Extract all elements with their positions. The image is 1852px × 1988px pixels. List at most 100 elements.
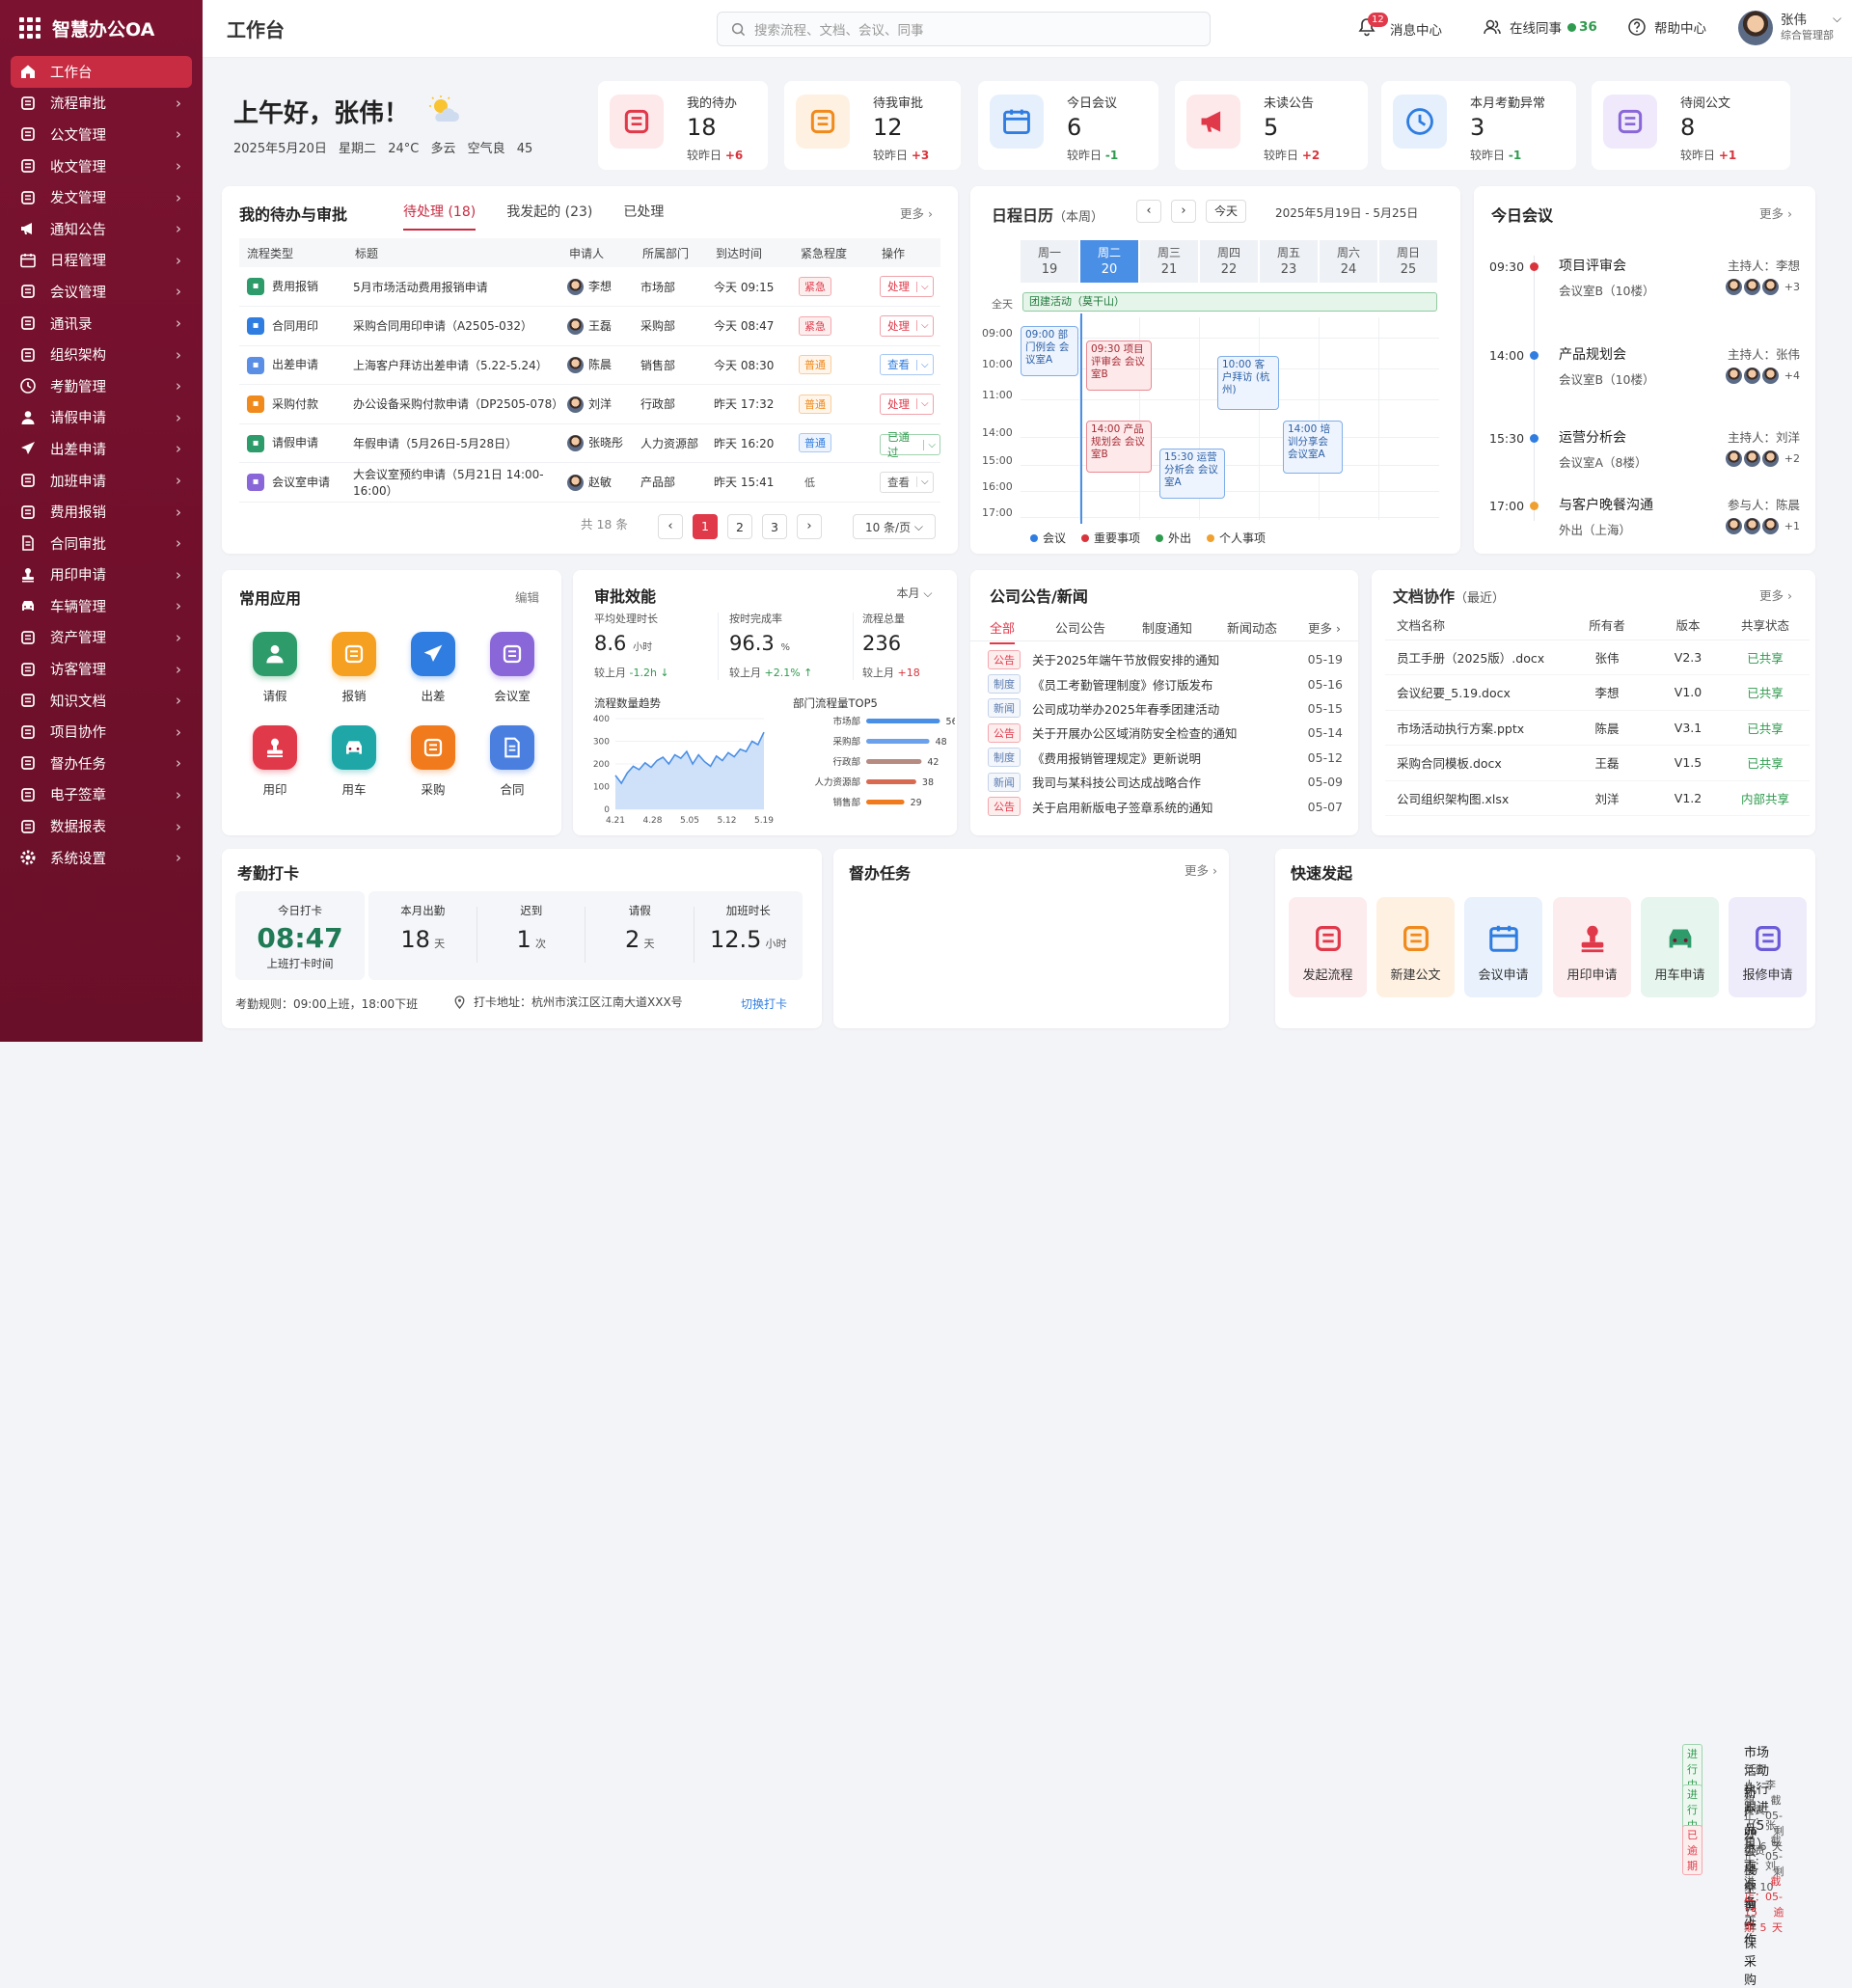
todo-tab[interactable]: 待处理 (18): [403, 202, 477, 231]
todo-row-title[interactable]: 5月市场活动费用报销申请: [353, 267, 567, 307]
sidebar-item[interactable]: 督办任务 ›: [0, 748, 203, 779]
calendar-day-header[interactable]: 周五 23: [1260, 240, 1318, 283]
search-input[interactable]: 搜索流程、文档、会议、同事: [717, 12, 1211, 46]
sidebar-item[interactable]: 数据报表 ›: [0, 810, 203, 842]
notice-item[interactable]: 公告 关于开展办公区域消防安全检查的通知 05-14: [988, 721, 1343, 745]
app-shortcut[interactable]: 报销: [314, 632, 394, 704]
quick-action[interactable]: 发起流程: [1289, 897, 1367, 997]
table-row[interactable]: ▪ 采购付款 办公设备采购付款申请（DP2505-078） 刘洋 行政部 昨天 17:32…: [239, 385, 940, 424]
app-shortcut[interactable]: 合同: [473, 725, 552, 798]
sidebar-item[interactable]: 会议管理 ›: [0, 276, 203, 308]
table-row[interactable]: 员工手册（2025版）.docx 张伟 V2.3 已共享: [1385, 640, 1810, 675]
row-action-button[interactable]: 处理 ⌵: [880, 276, 934, 297]
calendar-day-header[interactable]: 周二 20: [1080, 240, 1138, 283]
app-shortcut[interactable]: 用车: [314, 725, 394, 798]
todo-row-title[interactable]: 上海客户拜访出差申请（5.22-5.24）: [353, 345, 567, 385]
next-page-button[interactable]: ›: [797, 514, 822, 539]
stat-card[interactable]: 本月考勤异常 3 较昨日 -1: [1381, 81, 1576, 170]
tasks-more-link[interactable]: 更多 ›: [1185, 860, 1217, 879]
sidebar-item[interactable]: 收文管理 ›: [0, 150, 203, 182]
sidebar-item[interactable]: 通知公告 ›: [0, 213, 203, 245]
stat-card[interactable]: 未读公告 5 较昨日 +2: [1175, 81, 1368, 170]
sidebar-item[interactable]: 日程管理 ›: [0, 245, 203, 277]
page-button[interactable]: 1: [693, 514, 718, 539]
app-shortcut[interactable]: 采购: [394, 725, 473, 798]
row-action-button[interactable]: 查看 ⌵: [880, 354, 934, 376]
table-row[interactable]: ▪ 请假申请 年假申请（5月26日-5月28日） 张晓彤 人力资源部 昨天 16:20 普通…: [239, 423, 940, 463]
switch-punch-link[interactable]: 切换打卡: [741, 995, 787, 1012]
sidebar-item[interactable]: 工作台: [11, 56, 192, 88]
notice-tab[interactable]: 全部: [990, 618, 1016, 644]
table-row[interactable]: 公司组织架构图.xlsx 刘洋 V1.2 内部共享: [1385, 780, 1810, 816]
app-shortcut[interactable]: 用印: [235, 725, 314, 798]
sidebar-item[interactable]: 系统设置 ›: [0, 842, 203, 874]
sidebar-item[interactable]: 公文管理 ›: [0, 119, 203, 150]
sidebar-item[interactable]: 访客管理 ›: [0, 653, 203, 685]
sidebar-item[interactable]: 电子签章 ›: [0, 779, 203, 811]
sidebar-item[interactable]: 用印申请 ›: [0, 559, 203, 591]
row-action-button[interactable]: 处理 ⌵: [880, 314, 934, 337]
notice-item[interactable]: 制度 《费用报销管理规定》更新说明 05-12: [988, 746, 1343, 770]
calendar-event[interactable]: 10:00 客户拜访 (杭州): [1217, 356, 1279, 410]
table-row[interactable]: ▪ 费用报销 5月市场活动费用报销申请 李想 市场部 今天 09:15 紧急 处理 ⌵: [239, 267, 940, 307]
calendar-event[interactable]: 14:00 产品规划会 会议室B: [1086, 421, 1152, 473]
calendar-day-header[interactable]: 周一 19: [1021, 240, 1078, 283]
allday-event[interactable]: 团建活动（莫干山）: [1022, 292, 1437, 312]
app-shortcut[interactable]: 会议室: [473, 632, 552, 704]
docs-more-link[interactable]: 更多 ›: [1759, 586, 1792, 604]
sidebar-item[interactable]: 出差申请 ›: [0, 433, 203, 465]
table-row[interactable]: ▪ 合同用印 采购合同用印申请（A2505-032） 王磊 采购部 今天 08:47 紧急处…: [239, 307, 940, 346]
todo-row-title[interactable]: 办公设备采购付款申请（DP2505-078）: [353, 385, 567, 424]
sidebar-item[interactable]: 合同审批 ›: [0, 528, 203, 559]
todo-tab[interactable]: 我发起的 (23): [506, 202, 592, 221]
sidebar-item[interactable]: 考勤管理 ›: [0, 370, 203, 402]
meeting-name[interactable]: 项目评审会: [1559, 256, 1626, 275]
calendar-event[interactable]: 09:30 项目评审会 会议室B: [1086, 340, 1152, 391]
prev-page-button[interactable]: ‹: [658, 514, 683, 539]
notice-item[interactable]: 新闻 公司成功举办2025年春季团建活动 05-15: [988, 696, 1343, 721]
table-row[interactable]: 会议纪要_5.19.docx 李想 V1.0 已共享: [1385, 675, 1810, 710]
apps-edit-link[interactable]: 编辑: [515, 587, 539, 606]
quick-action[interactable]: 用车申请: [1641, 897, 1719, 997]
help-center[interactable]: 帮助中心: [1627, 17, 1706, 37]
stat-card[interactable]: 我的待办 18 较昨日 +6: [598, 81, 768, 170]
meeting-name[interactable]: 与客户晚餐沟通: [1559, 495, 1653, 514]
todo-row-title[interactable]: 采购合同用印申请（A2505-032）: [353, 307, 567, 346]
meeting-name[interactable]: 产品规划会: [1559, 344, 1626, 364]
sidebar-item[interactable]: 通讯录 ›: [0, 308, 203, 340]
quick-action[interactable]: 用印申请: [1553, 897, 1631, 997]
notice-tab[interactable]: 制度通知: [1142, 618, 1192, 642]
app-logo[interactable]: 智慧办公OA: [0, 0, 203, 56]
todo-more-link[interactable]: 更多 ›: [900, 204, 933, 222]
app-shortcut[interactable]: 请假: [235, 632, 314, 704]
row-action-button[interactable]: 已通过 ⌵: [880, 430, 940, 459]
sidebar-item[interactable]: 知识文档 ›: [0, 685, 203, 717]
calendar-event[interactable]: 09:00 部门例会 会议室A: [1021, 326, 1078, 376]
sidebar-item[interactable]: 组织架构 ›: [0, 339, 203, 370]
page-size-select[interactable]: 10 条/页 ⌵: [853, 514, 936, 539]
calendar-day-header[interactable]: 周四 22: [1200, 240, 1258, 283]
quick-action[interactable]: 报修申请: [1729, 897, 1807, 997]
todo-tab[interactable]: 已处理: [623, 202, 664, 221]
period-select[interactable]: 本月 ⌵: [887, 583, 941, 604]
meeting-name[interactable]: 运营分析会: [1559, 427, 1626, 447]
todo-row-title[interactable]: 年假申请（5月26日-5月28日）: [353, 423, 567, 463]
stat-card[interactable]: 待阅公文 8 较昨日 +1: [1592, 81, 1790, 170]
notice-tab[interactable]: 新闻动态: [1227, 618, 1277, 642]
sidebar-item[interactable]: 费用报销 ›: [0, 496, 203, 528]
meetings-more-link[interactable]: 更多 ›: [1759, 204, 1792, 222]
stat-card[interactable]: 待我审批 12 较昨日 +3: [784, 81, 961, 170]
app-shortcut[interactable]: 出差: [394, 632, 473, 704]
notice-more-link[interactable]: 更多 ›: [1308, 618, 1341, 637]
row-action-button[interactable]: 查看 ⌵: [880, 471, 934, 493]
user-menu[interactable]: 张伟 综合管理部 ⌵: [1738, 11, 1841, 45]
table-row[interactable]: ▪ 会议室申请 大会议室预约申请（5月21日 14:00-16:00） 赵敏 产品部 昨天…: [239, 463, 940, 502]
sidebar-item[interactable]: 车辆管理 ›: [0, 590, 203, 622]
notice-item[interactable]: 公告 关于启用新版电子签章系统的通知 05-07: [988, 794, 1343, 818]
notification-center[interactable]: 12 消息中心: [1357, 13, 1442, 41]
table-row[interactable]: 市场活动执行方案.pptx 陈晨 V3.1 已共享: [1385, 710, 1810, 746]
calendar-event[interactable]: 15:30 运营分析会 会议室A: [1159, 449, 1225, 499]
table-row[interactable]: 采购合同模板.docx 王磊 V1.5 已共享: [1385, 746, 1810, 780]
calendar-day-header[interactable]: 周日 25: [1379, 240, 1437, 283]
table-row[interactable]: ▪ 出差申请 上海客户拜访出差申请（5.22-5.24） 陈晨 销售部 今天 08:30 普…: [239, 345, 940, 385]
